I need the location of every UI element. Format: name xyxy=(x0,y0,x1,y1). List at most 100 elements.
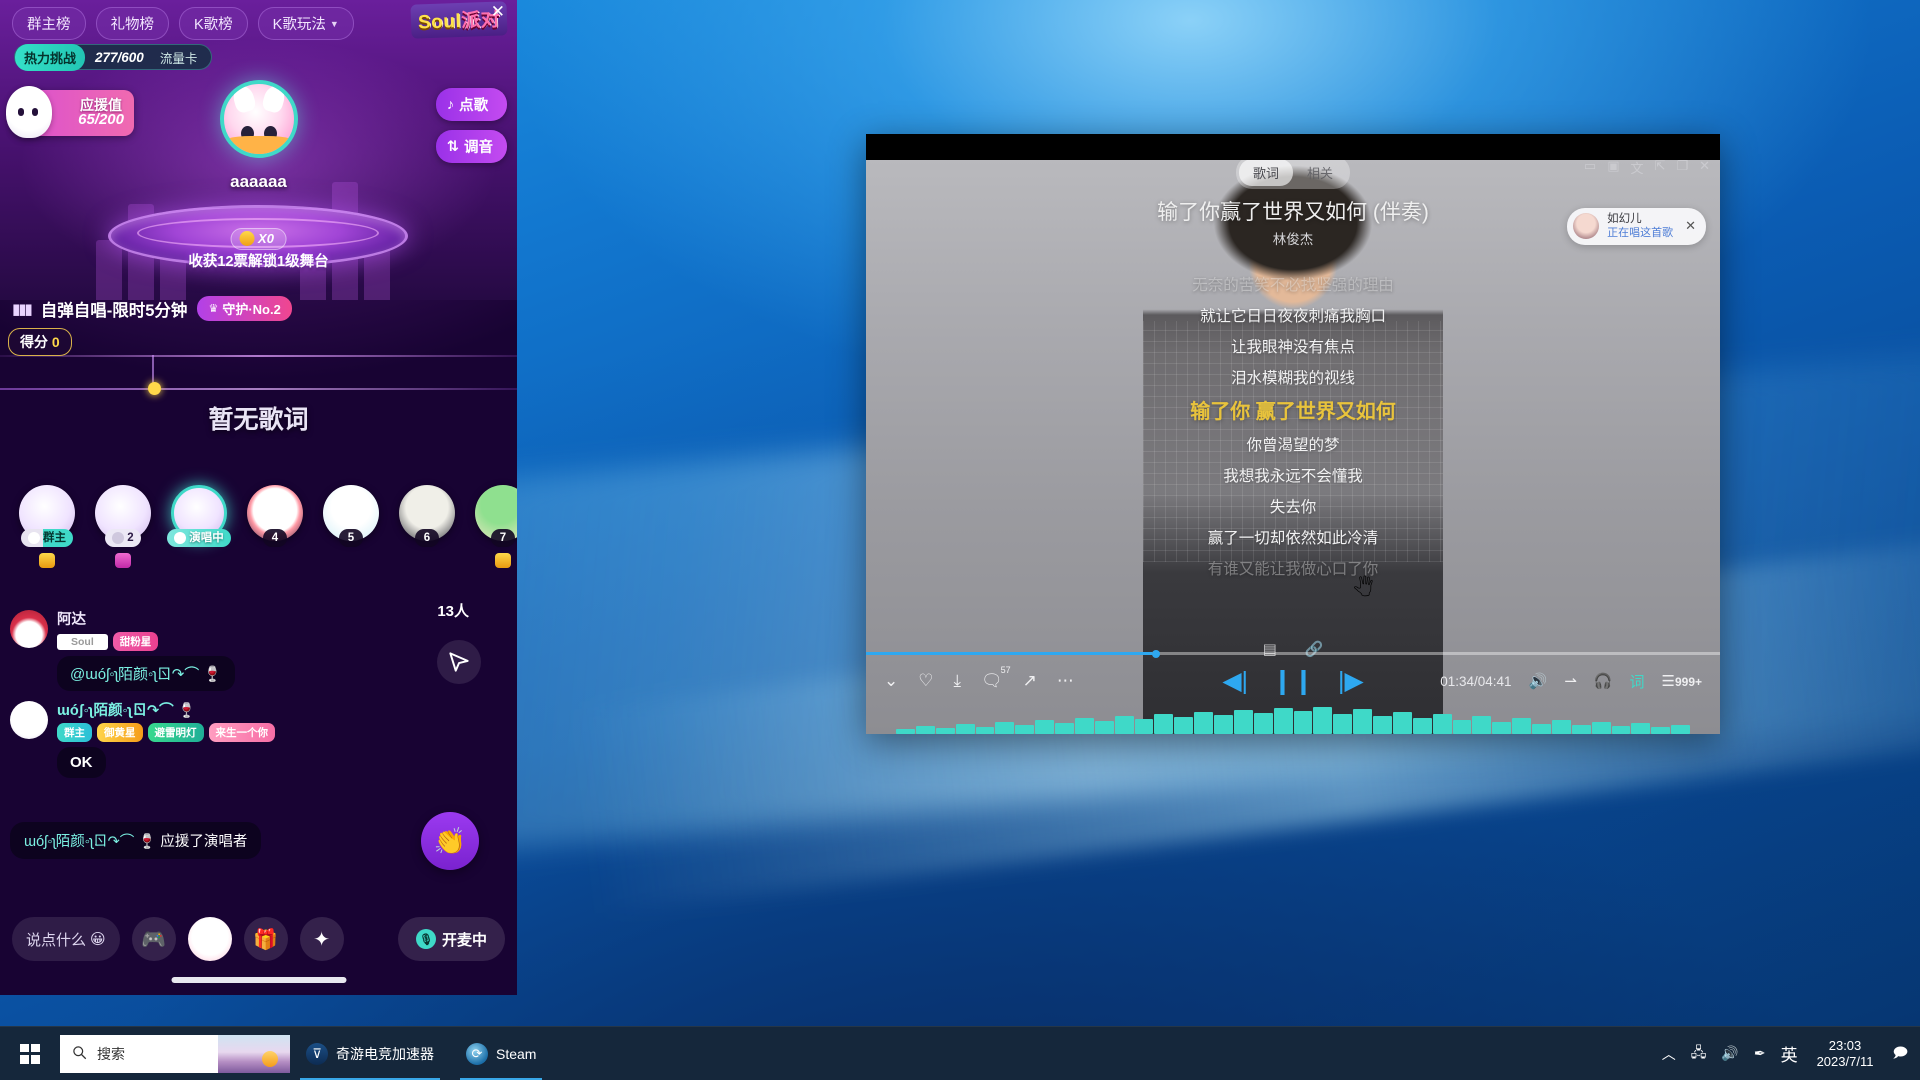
maximize-icon[interactable]: ▣ xyxy=(1607,160,1619,177)
lyrics-panel[interactable]: 无奈的苦笑不必找坚强的理由 就让它日日夜夜刺痛我胸口 让我眼神没有焦点 泪水模糊… xyxy=(866,270,1720,585)
taskbar-app-steam[interactable]: ⟳ Steam xyxy=(450,1027,552,1080)
lyric-line: 有谁又能让我做心口了你 xyxy=(1207,561,1379,578)
tab-related[interactable]: 相关 xyxy=(1293,160,1347,186)
gift-icon[interactable]: 🎁 xyxy=(243,917,288,961)
chat-message: 阿达 Soul 甜粉星 @ɯóʃ◦ʅ陌颜◦ʅㄖ↷⌒ 🍷 xyxy=(10,608,430,691)
tab-lyrics[interactable]: 歌词 xyxy=(1238,160,1293,186)
toast-user-name: 如幻儿 xyxy=(1607,213,1642,225)
gamepad-icon[interactable]: 🎮 xyxy=(131,917,176,961)
gem-icon xyxy=(39,553,55,568)
seat-caption: 5 xyxy=(338,529,364,548)
nav-item-gift-rank[interactable]: 礼物榜 xyxy=(95,7,169,40)
chat-list[interactable]: 阿达 Soul 甜粉星 @ɯóʃ◦ʅ陌颜◦ʅㄖ↷⌒ 🍷 ɯóʃ◦ʅ陌颜◦ʅㄖ↷⌒… xyxy=(10,608,430,786)
seat-item[interactable]: 群主 xyxy=(10,485,84,568)
seat-item[interactable]: 2 xyxy=(86,485,160,568)
ime-indicator[interactable]: 英 xyxy=(1781,1041,1798,1066)
hot-challenge-tag[interactable]: 流量卡 xyxy=(154,48,204,67)
nav-item-ktv-rank[interactable]: K歌榜 xyxy=(179,7,248,40)
seek-bar[interactable] xyxy=(866,649,1720,658)
score-badge: 得分 0 xyxy=(8,328,72,356)
pause-icon[interactable]: ❙❙ xyxy=(1272,666,1314,696)
more-icon[interactable]: ⋯ xyxy=(1057,671,1074,691)
smiley-icon[interactable]: 😀 xyxy=(90,930,106,948)
support-value-badge[interactable]: 应援值 65/200 xyxy=(6,86,134,138)
pen-icon[interactable]: ✒ xyxy=(1754,1045,1766,1062)
nav-item-owner-rank[interactable]: 群主榜 xyxy=(12,7,86,40)
search-input[interactable]: 搜索 xyxy=(60,1034,290,1073)
heart-icon[interactable]: ♡ xyxy=(918,671,933,691)
comment-icon[interactable]: 🗨 57 xyxy=(981,665,1011,691)
seat-caption-label: 2 xyxy=(127,532,134,544)
star-effects-icon[interactable]: ✦ xyxy=(299,917,344,961)
mic-toggle-button[interactable]: 🎙 开麦中 xyxy=(397,917,505,961)
volume-icon[interactable]: 🔊 xyxy=(1721,1045,1738,1062)
lyric-line: 泪水模糊我的视线 xyxy=(1230,370,1355,387)
nav-item-ktv-modes[interactable]: K歌玩法 ▼ xyxy=(257,7,354,40)
next-icon[interactable]: |▶ xyxy=(1338,666,1364,696)
seat-item[interactable]: 4 xyxy=(238,485,312,548)
score-value: 0 xyxy=(51,334,60,350)
volume-icon[interactable]: 🔊 xyxy=(1529,672,1548,690)
gem-icon xyxy=(115,553,131,568)
start-button[interactable] xyxy=(0,1027,60,1080)
chat-user-badges: Soul 甜粉星 xyxy=(57,632,430,651)
seat-item[interactable]: 5 xyxy=(314,485,388,548)
restore-icon[interactable]: ❐ xyxy=(1676,160,1688,177)
headphone-icon[interactable]: 🎧 xyxy=(1594,672,1613,690)
pin-icon[interactable]: ⇱ xyxy=(1655,160,1666,177)
chevron-down-icon[interactable]: ⌄ xyxy=(884,671,898,691)
nav-label: K歌玩法 xyxy=(272,17,326,33)
player-titlebar[interactable] xyxy=(866,134,1720,160)
playlist-icon[interactable]: ☰999+ xyxy=(1662,672,1702,690)
lyric-line: 我想我永远不会懂我 xyxy=(1223,468,1363,485)
taskbar-app-accelerator[interactable]: ⊽ 奇游电竞加速器 xyxy=(290,1027,450,1080)
chevron-down-icon: ▼ xyxy=(329,18,339,29)
guard-rank-badge[interactable]: ♛ 守护·No.2 xyxy=(197,296,292,321)
download-icon[interactable]: ⤓ xyxy=(954,671,962,691)
share-icon[interactable]: ↗ xyxy=(1023,671,1037,691)
hot-challenge-value: 277/600 xyxy=(95,49,144,65)
ghost-mascot-icon xyxy=(6,86,52,138)
close-icon[interactable]: ✕ xyxy=(1699,160,1710,177)
chat-user-badges: 群主 御黄星 避雷明灯 来生一个你 xyxy=(57,723,430,742)
cast-bottom-bar: 说点什么 😀 🎮 🎁 ✦ 🎙 开麦中 xyxy=(12,917,505,961)
lyric-line: 赢了一切却依然如此冷清 xyxy=(1207,530,1379,547)
chevron-up-icon[interactable]: ︿ xyxy=(1662,1044,1676,1064)
pitch-track-line xyxy=(0,355,517,357)
coin-count-label: X0 xyxy=(258,231,274,246)
lyric-line-current: 输了你 赢了世界又如何 xyxy=(1190,401,1396,423)
notification-icon[interactable]: 🗩 xyxy=(1892,1042,1908,1066)
seat-caption: 7 xyxy=(490,529,516,548)
chat-bubble: @ɯóʃ◦ʅ陌颜◦ʅㄖ↷⌒ 🍷 xyxy=(57,656,236,691)
tune-audio-button[interactable]: ⇅ 调音 xyxy=(435,130,507,163)
share-arrow-icon[interactable] xyxy=(437,640,481,684)
previous-icon[interactable]: ◀| xyxy=(1222,666,1248,696)
performer-avatar[interactable] xyxy=(220,80,298,158)
tune-audio-label: 调音 xyxy=(464,140,493,156)
avatar-sticker-icon[interactable] xyxy=(187,917,232,961)
toast-status: 正在唱这首歌 xyxy=(1607,226,1674,239)
avatar[interactable] xyxy=(10,610,48,648)
music-note-icon: ♪ xyxy=(446,96,455,113)
karaoke-icon[interactable]: 词 xyxy=(1630,671,1645,692)
clock-date: 2023/7/11 xyxy=(1816,1053,1874,1069)
seat-item-singing[interactable]: 演唱中 xyxy=(162,485,236,548)
clapping-hands-icon[interactable]: 👏 xyxy=(421,812,479,870)
request-song-button[interactable]: ♪ 点歌 xyxy=(435,88,507,121)
chat-user-name: ɯóʃ◦ʅ陌颜◦ʅㄖ↷⌒ 🍷 xyxy=(57,703,196,719)
avatar[interactable] xyxy=(10,701,48,739)
chat-input[interactable]: 说点什么 😀 xyxy=(12,917,120,961)
network-icon[interactable]: 🖧 xyxy=(1691,1042,1707,1066)
audio-spectrum xyxy=(866,704,1720,734)
nav-label: 群主榜 xyxy=(27,17,71,33)
minimize-icon[interactable]: ▭ xyxy=(1584,160,1596,177)
singing-toast[interactable]: 如幻儿 正在唱这首歌 ✕ xyxy=(1567,208,1706,245)
translate-icon[interactable]: 文 xyxy=(1631,160,1644,177)
loop-icon[interactable]: ⇀ xyxy=(1564,672,1577,690)
clock[interactable]: 23:03 2023/7/11 xyxy=(1813,1038,1878,1069)
hot-challenge-bar[interactable]: 热力挑战 277/600 流量卡 xyxy=(14,43,213,71)
close-icon[interactable]: ✕ xyxy=(491,3,505,20)
seat-item[interactable]: 7 xyxy=(466,485,517,568)
close-icon[interactable]: ✕ xyxy=(1681,218,1696,234)
seat-item[interactable]: 6 xyxy=(390,485,464,548)
